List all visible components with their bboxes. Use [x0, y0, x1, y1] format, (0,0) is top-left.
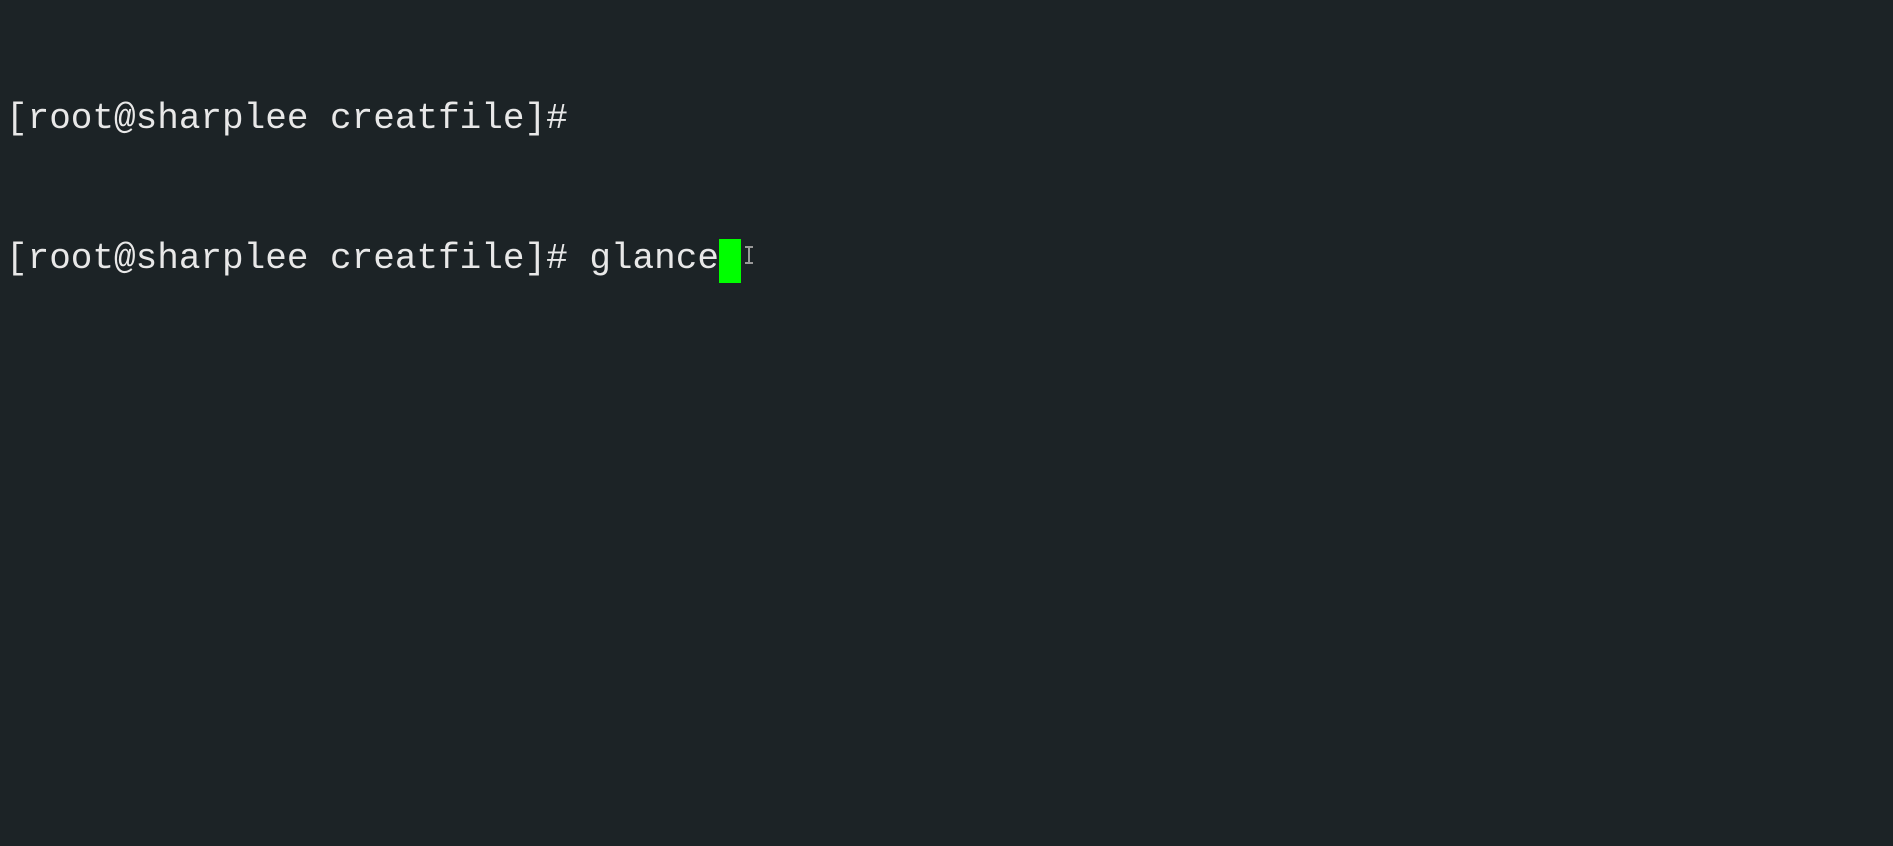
terminal-cursor: [719, 239, 741, 283]
command-text: glance: [589, 238, 719, 279]
shell-prompt: [root@sharplee creatfile]#: [6, 98, 568, 139]
terminal-area[interactable]: [root@sharplee creatfile]# [root@sharple…: [0, 0, 1893, 332]
terminal-line: [root@sharplee creatfile]#: [6, 96, 1887, 143]
terminal-line: [root@sharplee creatfile]# glance: [6, 236, 1887, 283]
shell-prompt: [root@sharplee creatfile]#: [6, 238, 568, 279]
